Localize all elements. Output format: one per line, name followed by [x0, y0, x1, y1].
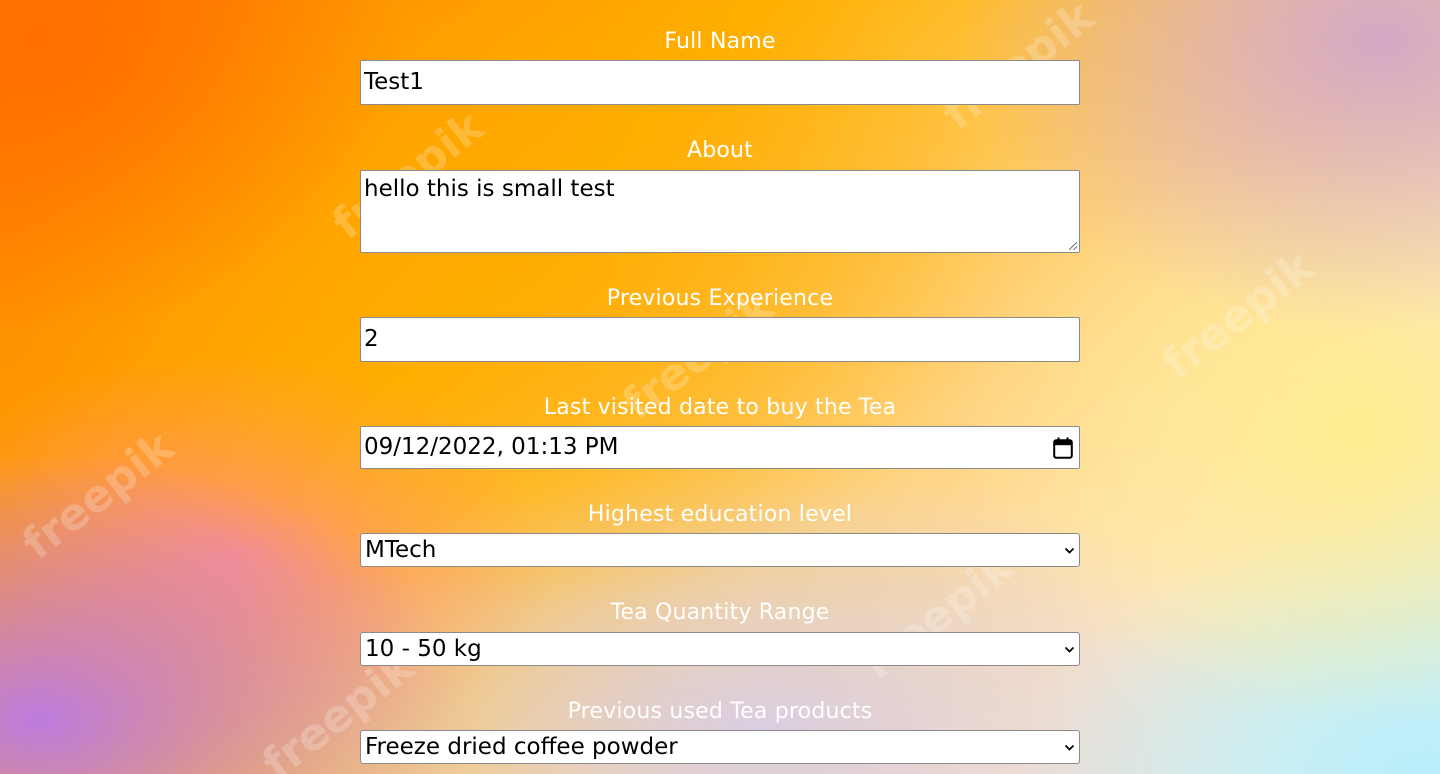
watermark: freepik [1152, 241, 1324, 390]
tea-products-label: Previous used Tea products [567, 699, 873, 724]
full-name-label: Full Name [664, 29, 776, 54]
tea-quantity-value: 10 - 50 kg [365, 636, 482, 662]
last-visited-date-label: Last visited date to buy the Tea [543, 395, 897, 420]
previous-experience-input[interactable]: 2 [360, 317, 1080, 362]
chevron-down-icon [1064, 744, 1075, 751]
previous-experience-label: Previous Experience [606, 286, 834, 311]
resize-handle-icon[interactable] [1069, 242, 1077, 250]
education-level-label: Highest education level [587, 502, 853, 527]
chevron-down-icon [1064, 646, 1075, 653]
tea-products-select[interactable]: Freeze dried coffee powder [360, 730, 1080, 764]
tea-quantity-label: Tea Quantity Range [610, 600, 830, 625]
education-level-select[interactable]: MTech [360, 533, 1080, 567]
about-text: hello this is small test [364, 176, 615, 202]
chevron-down-icon [1064, 547, 1075, 554]
education-level-value: MTech [365, 537, 437, 563]
last-visited-datetime-value: 09/12/2022, 01:13 PM [364, 434, 619, 460]
full-name-input[interactable]: Test1 [360, 60, 1080, 105]
last-visited-datetime-input[interactable]: 09/12/2022, 01:13 PM [360, 426, 1080, 469]
calendar-icon[interactable] [1053, 437, 1073, 459]
about-label: About [686, 138, 754, 163]
tea-products-value: Freeze dried coffee powder [365, 734, 678, 760]
watermark: freepik [12, 421, 184, 570]
tea-quantity-select[interactable]: 10 - 50 kg [360, 632, 1080, 666]
about-textarea[interactable]: hello this is small test [360, 170, 1080, 253]
